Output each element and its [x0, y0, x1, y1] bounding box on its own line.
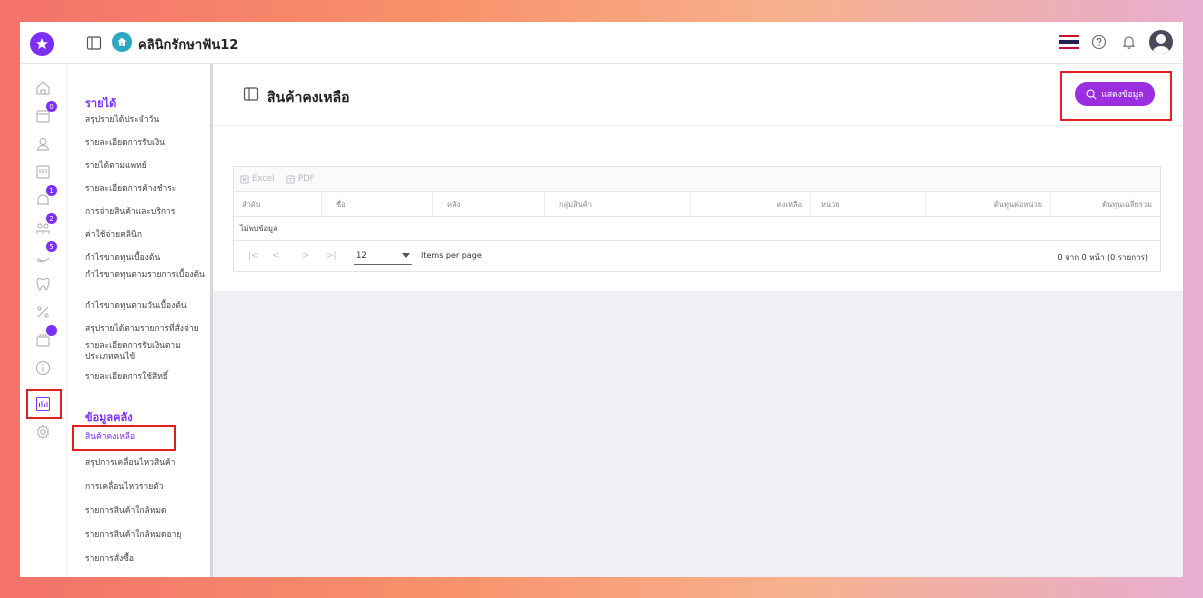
page-range: 0 จาก 0 หน้า (0 รายการ): [1057, 253, 1148, 262]
column-header[interactable]: ต้นทุนเฉลี่ยรวม: [1051, 192, 1160, 217]
menu-section-inventory: ข้อมูลคลัง: [85, 411, 133, 424]
next-page-icon[interactable]: >: [302, 251, 310, 261]
rail-percent-icon[interactable]: [31, 300, 55, 324]
clinic-name[interactable]: คลินิกรักษาฟัน12: [138, 34, 238, 55]
rail-badge: 1: [46, 185, 57, 196]
menu-item[interactable]: รายการสั่งซื้อ: [85, 554, 209, 565]
menu-item[interactable]: รายได้ตามแพทย์: [85, 161, 209, 172]
rail-badge: 5: [46, 241, 57, 252]
menu-item[interactable]: ค่าใช้จ่ายคลินิก: [85, 230, 209, 241]
menu-item[interactable]: กำไรขาดทุนตามวันเบื้องต้น: [85, 301, 209, 312]
menu-item[interactable]: กำไรขาดทุนตามรายการเบื้องต้น: [85, 270, 209, 281]
page-title: สินค้าคงเหลือ: [267, 90, 350, 106]
column-header[interactable]: ชื่อ: [322, 192, 433, 217]
pdf-file-icon: [286, 174, 295, 184]
inventory-table: Excel PDF ลำดับ ชื่อ คลัง กลุ่มสินค้า คง…: [233, 166, 1161, 272]
search-icon: [1087, 89, 1097, 99]
sidebar-toggle-icon[interactable]: [86, 35, 102, 51]
items-per-page-label: Items per page: [421, 251, 482, 260]
menu-item[interactable]: กำไรขาดทุนเบื้องต้น: [85, 253, 209, 264]
excel-file-icon: [240, 174, 249, 184]
column-header[interactable]: ต้นทุนต่อหน่วย: [926, 192, 1051, 217]
menu-item[interactable]: สรุปการเคลื่อนไหวสินค้า: [85, 458, 209, 469]
menu-item[interactable]: รายละเอียดการรับเงินตามประเภทคนไข้: [85, 341, 209, 363]
last-page-icon[interactable]: >|: [326, 251, 337, 261]
column-header[interactable]: หน่วย: [811, 192, 926, 217]
chevron-down-icon: [402, 252, 410, 258]
bell-icon[interactable]: [1119, 32, 1139, 52]
rail-badge: 0: [46, 101, 57, 112]
main-content: สินค้าคงเหลือ แสดงข้อมูล Excel PDF ลำดับ…: [213, 64, 1183, 577]
rail-patient-icon[interactable]: [31, 132, 55, 156]
menu-item[interactable]: รายการสินค้าใกล้หมดอายุ: [85, 530, 209, 541]
thai-flag-icon[interactable]: [1059, 35, 1079, 49]
table-header: ลำดับ ชื่อ คลัง กลุ่มสินค้า คงเหลือ หน่ว…: [234, 192, 1160, 217]
menu-item[interactable]: การจ่ายสินค้าและบริการ: [85, 207, 209, 218]
menu-section-income: รายได้: [85, 97, 117, 110]
clinic-home-icon: [112, 32, 132, 52]
column-header[interactable]: คงเหลือ: [691, 192, 811, 217]
menu-item[interactable]: สรุปรายได้ประจำวัน: [85, 115, 209, 126]
export-pdf-button[interactable]: PDF: [286, 174, 315, 184]
report-card: สินค้าคงเหลือ แสดงข้อมูล Excel PDF ลำดับ…: [213, 64, 1183, 291]
panel-icon: [243, 86, 259, 102]
icon-rail: 0 1 2 5: [20, 64, 67, 577]
page-header: สินค้าคงเหลือ แสดงข้อมูล: [213, 64, 1183, 126]
menu-item[interactable]: รายละเอียดการรับเงิน: [85, 138, 209, 149]
app-window: คลินิกรักษาฟัน12 0 1 2 5 รายได้ สรุปรายไ…: [20, 22, 1183, 577]
rail-info-icon[interactable]: [31, 356, 55, 380]
rail-tooth-icon[interactable]: [31, 272, 55, 296]
menu-item[interactable]: รายการสินค้าใกล้หมด: [85, 506, 209, 517]
show-data-button[interactable]: แสดงข้อมูล: [1075, 82, 1155, 106]
report-menu: รายได้ สรุปรายได้ประจำวัน รายละเอียดการร…: [67, 64, 213, 577]
rail-calendar-icon[interactable]: 0: [31, 101, 57, 128]
table-pager: |< < > >| 12 Items per page 0 จาก 0 หน้า…: [234, 241, 1160, 271]
rail-payment-icon[interactable]: 5: [31, 241, 57, 268]
show-data-label: แสดงข้อมูล: [1101, 89, 1144, 99]
menu-item[interactable]: สรุปรายได้ตามรายการที่สั่งจ่าย: [85, 324, 209, 335]
rail-box-icon[interactable]: [31, 325, 57, 352]
rail-queue-icon[interactable]: 1: [31, 185, 57, 212]
rail-waiting-icon[interactable]: 2: [31, 213, 57, 240]
rail-schedule-icon[interactable]: [31, 160, 55, 184]
rail-report-icon[interactable]: [31, 392, 55, 416]
rail-home-icon[interactable]: [31, 76, 55, 100]
top-bar: คลินิกรักษาฟัน12: [20, 22, 1183, 64]
column-header[interactable]: ลำดับ: [234, 192, 322, 217]
export-pdf-label: PDF: [298, 174, 315, 184]
rail-settings-icon[interactable]: [31, 420, 55, 444]
menu-item-inventory-active[interactable]: สินค้าคงเหลือ: [85, 432, 209, 443]
table-empty-row: ไม่พบข้อมูล: [234, 217, 1160, 241]
menu-item[interactable]: รายละเอียดการใช้สิทธิ์: [85, 372, 209, 383]
user-avatar[interactable]: [1149, 30, 1173, 54]
menu-item[interactable]: รายละเอียดการค้างชำระ: [85, 184, 209, 195]
top-right-controls: [1059, 30, 1173, 54]
rail-badge: 2: [46, 213, 57, 224]
help-icon[interactable]: [1089, 32, 1109, 52]
first-page-icon[interactable]: |<: [248, 251, 259, 261]
items-per-page-value: 12: [356, 250, 367, 261]
export-excel-label: Excel: [252, 174, 275, 184]
column-header[interactable]: กลุ่มสินค้า: [545, 192, 691, 217]
prev-page-icon[interactable]: <: [272, 251, 280, 261]
app-logo-icon[interactable]: [30, 32, 54, 56]
export-toolbar: Excel PDF: [234, 167, 1160, 192]
items-per-page-select[interactable]: 12: [354, 247, 412, 265]
menu-item[interactable]: การเคลื่อนไหวรายตัว: [85, 482, 209, 493]
column-header[interactable]: คลัง: [433, 192, 545, 217]
rail-dot-badge: [46, 325, 57, 336]
export-excel-button[interactable]: Excel: [240, 174, 275, 184]
